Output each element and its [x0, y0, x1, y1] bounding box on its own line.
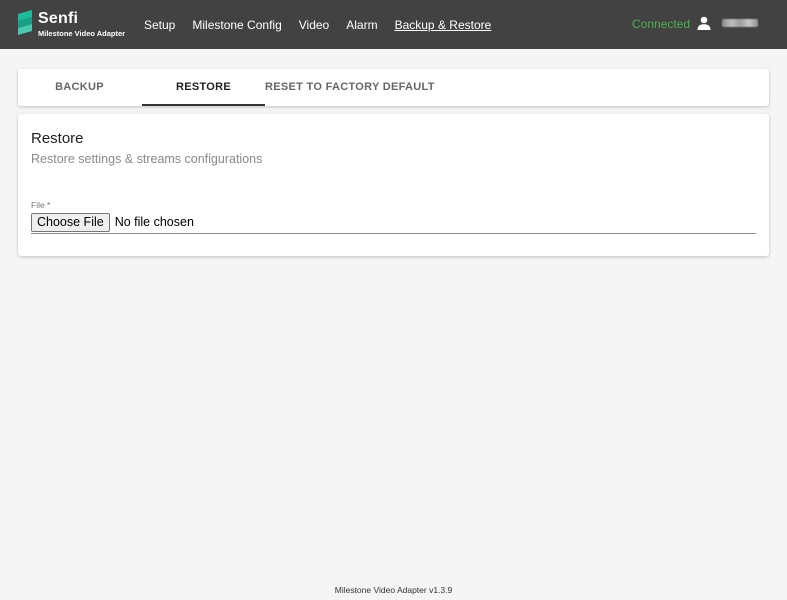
file-field-label: File *	[31, 200, 51, 210]
user-name-redacted[interactable]	[722, 19, 758, 27]
nav-milestone-config[interactable]: Milestone Config	[192, 18, 281, 32]
brand-logo[interactable]: Senfi Milestone Video Adapter	[18, 9, 130, 41]
tab-backup[interactable]: BACKUP	[18, 69, 141, 106]
nav-setup[interactable]: Setup	[144, 18, 175, 32]
restore-card: Restore Restore settings & streams confi…	[18, 114, 769, 256]
footer-version: Milestone Video Adapter v1.3.9	[334, 585, 453, 595]
brand-name: Senfi	[38, 10, 79, 27]
backup-restore-tabs: BACKUP RESTORE RESET TO FACTORY DEFAULT	[18, 69, 769, 106]
nav-backup-restore[interactable]: Backup & Restore	[395, 18, 492, 32]
brand-subtitle: Milestone Video Adapter	[38, 29, 126, 38]
card-title: Restore	[31, 130, 84, 147]
file-chosen-status: No file chosen	[114, 215, 194, 229]
card-subtitle: Restore settings & streams configuration…	[31, 152, 263, 166]
user-icon[interactable]	[697, 16, 711, 30]
nav-video[interactable]: Video	[299, 18, 329, 32]
connection-status: Connected	[632, 17, 691, 31]
tab-reset-factory-default[interactable]: RESET TO FACTORY DEFAULT	[265, 69, 434, 106]
choose-file-button[interactable]: Choose File	[31, 213, 110, 232]
file-input[interactable]: Choose File No file chosen	[31, 213, 756, 234]
main-nav: Setup Milestone Config Video Alarm Backu…	[144, 0, 508, 49]
nav-alarm[interactable]: Alarm	[346, 18, 377, 32]
senfi-logo-icon	[18, 10, 32, 35]
top-app-bar: Senfi Milestone Video Adapter Setup Mile…	[0, 0, 787, 49]
tab-restore[interactable]: RESTORE	[142, 69, 265, 106]
